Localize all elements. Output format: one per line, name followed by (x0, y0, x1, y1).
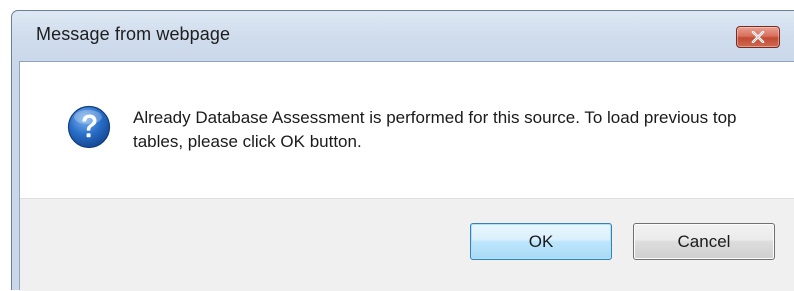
question-icon (67, 105, 111, 149)
close-button[interactable] (736, 26, 780, 48)
dialog-title: Message from webpage (36, 24, 231, 44)
close-icon (751, 31, 765, 43)
button-bar: OK Cancel (20, 198, 794, 291)
message-dialog: Message from webpage Already Database As… (0, 0, 794, 291)
cancel-button[interactable]: Cancel (633, 223, 775, 260)
ok-button[interactable]: OK (470, 223, 612, 260)
title-bar[interactable]: Message from webpage (12, 11, 794, 57)
message-area: Already Database Assessment is performed… (20, 62, 794, 198)
dialog-client-area: Already Database Assessment is performed… (19, 61, 794, 291)
message-text: Already Database Assessment is performed… (133, 108, 737, 151)
